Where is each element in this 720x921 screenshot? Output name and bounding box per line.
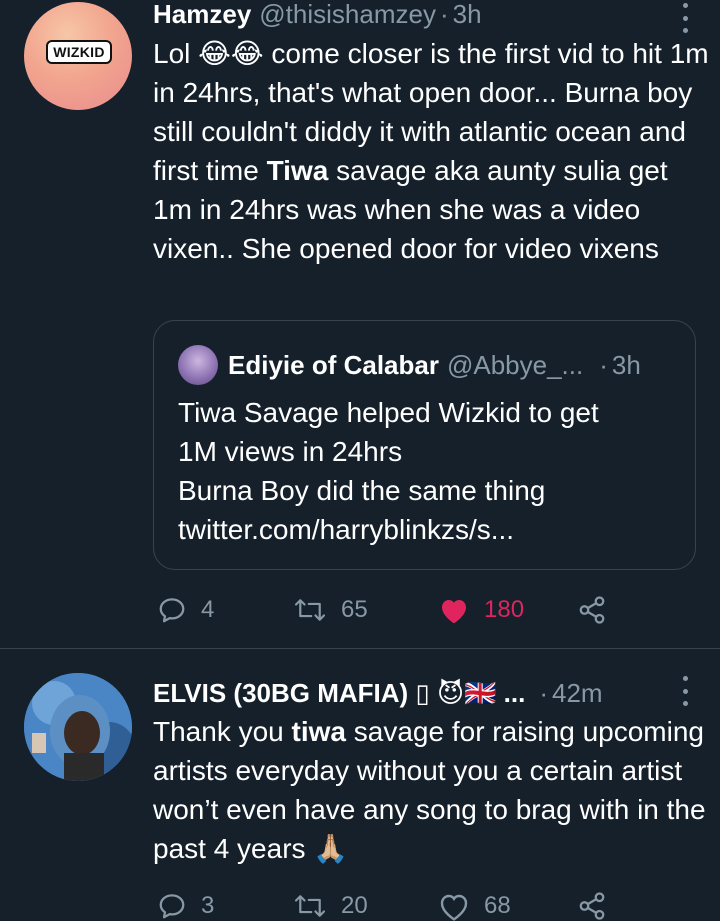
like-button[interactable]: 180 [438,595,524,625]
reply-button[interactable]: 4 [157,595,214,625]
like-count: 68 [484,892,511,919]
avatar-badge-text: WIZKID [46,40,112,64]
separator-dot: · [539,677,548,708]
tweet-text: Thank you tiwa savage for raising upcomi… [153,712,713,868]
quoted-header: Ediyie of Calabar @Abbye_... · 3h [228,345,641,385]
reply-button[interactable]: 3 [157,891,214,921]
share-icon [579,892,605,920]
display-name[interactable]: Hamzey [153,0,251,30]
quoted-timestamp: 3h [611,349,641,380]
tweet[interactable]: ELVIS (30BG MAFIA) ▯ 😈🇬🇧 ... · 42m Thank… [0,649,720,921]
tweet-text-bold: tiwa [291,716,346,747]
user-handle[interactable]: @thisishamzey [259,0,436,30]
share-icon [579,596,605,624]
like-icon [440,894,468,921]
quoted-display-name: Ediyie of Calabar [228,349,439,380]
timestamp[interactable]: 42m [552,678,603,709]
quoted-handle: @Abbye_... [446,349,584,380]
retweet-button[interactable]: 20 [293,891,368,921]
reply-icon [159,894,185,919]
retweet-count: 65 [341,596,368,623]
reply-count: 4 [201,596,215,623]
tweet-header: Hamzey @thisishamzey · 3h [153,0,482,31]
retweet-count: 20 [341,892,368,919]
reply-count: 3 [201,892,215,919]
tweet-header: ELVIS (30BG MAFIA) ▯ 😈🇬🇧 ... · 42m [153,676,603,710]
avatar-photo [24,673,132,781]
tweet[interactable]: WIZKID Hamzey @thisishamzey · 3h Lol 😂😂 … [0,0,720,648]
action-bar: 4 65 180 [153,590,693,630]
like-button[interactable]: 68 [438,891,511,921]
retweet-icon [294,895,326,917]
tweet-text: Lol 😂😂 come closer is the first vid to h… [153,34,713,268]
like-icon [442,600,466,624]
reply-icon [159,598,185,623]
avatar[interactable] [24,673,132,781]
tweet-text-part: Thank you [153,716,292,747]
share-button[interactable] [577,891,607,921]
action-bar: 3 20 68 [153,886,693,921]
quoted-text: Tiwa Savage helped Wizkid to get 1M view… [178,397,599,545]
display-name[interactable]: ELVIS (30BG MAFIA) ▯ 😈🇬🇧 ... [153,678,525,709]
retweet-icon [294,599,326,621]
separator-dot: · [439,0,449,29]
avatar[interactable]: WIZKID [24,2,132,110]
like-count: 180 [484,596,525,623]
timestamp[interactable]: 3h [453,0,482,30]
tweet-text-bold: Tiwa [266,155,329,186]
share-button[interactable] [577,595,607,625]
more-options-icon[interactable] [680,676,690,706]
more-options-icon[interactable] [680,3,690,33]
separator-dot: · [599,349,608,380]
quoted-avatar [178,345,218,385]
quoted-tweet[interactable]: Ediyie of Calabar @Abbye_... · 3h Tiwa S… [153,320,696,570]
retweet-button[interactable]: 65 [293,595,368,625]
